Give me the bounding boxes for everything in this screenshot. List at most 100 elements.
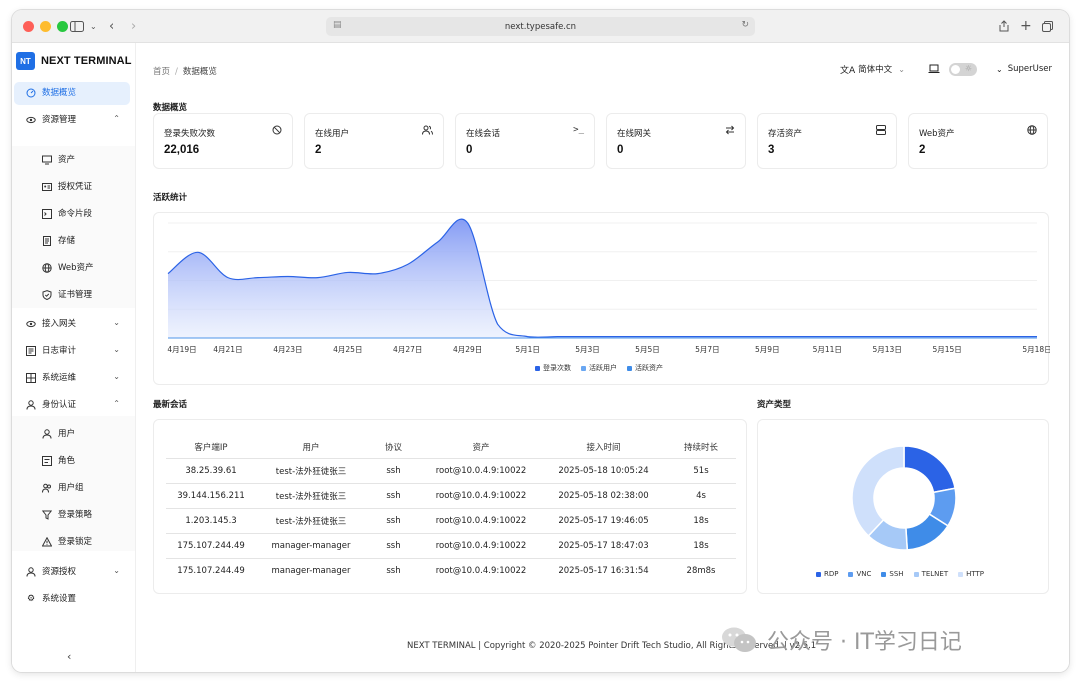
gear-icon: ⚙ <box>26 594 36 604</box>
legend-item[interactable]: 活跃用户 <box>581 363 617 373</box>
column-header: 资产 <box>472 442 490 453</box>
x-tick-label: 5月9日 <box>755 345 780 354</box>
back-icon[interactable]: ‹ <box>109 18 114 34</box>
x-tick-label: 5月13日 <box>873 345 902 354</box>
brand-name: NEXT TERMINAL <box>41 55 132 67</box>
close-window-button[interactable] <box>23 21 34 32</box>
legend-item[interactable]: 登录次数 <box>535 363 571 373</box>
legend-item[interactable]: 活跃资产 <box>627 363 663 373</box>
forward-icon[interactable]: › <box>131 18 136 34</box>
legend-item[interactable]: SSH <box>881 570 904 578</box>
sidebar-item-users[interactable]: 用户 <box>14 423 130 446</box>
table-row[interactable]: 38.25.39.61 test-法外狂徒张三 ssh root@10.0.4.9:1… <box>166 457 736 483</box>
sidebar-item-gateways[interactable]: 接入网关 ⌄ <box>14 313 130 336</box>
sidebar-item-command-snippets[interactable]: 命令片段 <box>14 203 130 226</box>
sidebar-item-certificates[interactable]: 证书管理 <box>14 284 130 307</box>
sidebar-item-label: 用户组 <box>58 483 84 493</box>
x-tick-label: 4月21日 <box>213 345 242 354</box>
column-header: 客户端IP <box>194 442 228 453</box>
wechat-icon <box>721 626 757 654</box>
table-cell: ssh <box>366 482 421 508</box>
globe-icon <box>42 263 52 273</box>
legend-item[interactable]: TELNET <box>913 570 948 578</box>
chevron-down-icon: ⌄ <box>113 372 120 381</box>
table-row[interactable]: 175.107.244.49 manager-manager ssh root@10.… <box>166 557 736 583</box>
table-row[interactable]: 175.107.244.49 manager-manager ssh root@10.… <box>166 532 736 558</box>
sidebar-item-system-ops[interactable]: 系统运维 ⌄ <box>14 367 130 390</box>
sidebar-item-resource-management[interactable]: 资源管理 ⌃ <box>14 109 130 132</box>
theme-toggle[interactable]: ☼ <box>949 61 977 77</box>
sidebar-item-label: 资产 <box>58 155 76 165</box>
brand[interactable]: NT NEXT TERMINAL <box>16 52 132 70</box>
table-cell: ssh <box>366 557 421 583</box>
users-icon <box>422 125 433 138</box>
sidebar-item-assets[interactable]: 资产 <box>14 149 130 172</box>
x-tick-label: 5月15日 <box>932 345 961 354</box>
column-header: 协议 <box>384 442 402 453</box>
sessions-title: 最新会话 <box>153 400 188 410</box>
activity-legend: 登录次数 活跃用户 活跃资产 <box>535 363 673 373</box>
sidebar-item-label: 证书管理 <box>58 290 93 300</box>
sidebar-item-web-assets[interactable]: Web资产 <box>14 257 130 280</box>
table-cell: 18s <box>666 532 736 558</box>
legend-item[interactable]: VNC <box>848 570 871 578</box>
sidebar-item-login-lock[interactable]: 登录锁定 <box>14 531 130 554</box>
share-icon[interactable] <box>999 18 1009 34</box>
url-text: next.typesafe.cn <box>504 21 577 32</box>
sidebar-item-dashboard[interactable]: 数据概览 <box>14 82 130 105</box>
laptop-icon[interactable] <box>928 61 940 77</box>
legend-label: SSH <box>889 570 904 578</box>
maximize-window-button[interactable] <box>57 21 68 32</box>
x-tick-label: 5月5日 <box>635 345 660 354</box>
table-cell: 28m8s <box>666 557 736 583</box>
sidebar-item-user-groups[interactable]: 用户组 <box>14 477 130 500</box>
legend-label: 登录次数 <box>543 364 571 372</box>
translate-icon: 文A <box>840 65 856 76</box>
legend-item[interactable]: RDP <box>816 570 838 578</box>
donut-slice[interactable] <box>851 445 905 537</box>
sidebar-item-roles[interactable]: 角色 <box>14 450 130 473</box>
table-row[interactable]: 39.144.156.211 test-法外狂徒张三 ssh root@10.0.4.… <box>166 482 736 508</box>
donut-slice[interactable] <box>903 445 956 494</box>
sidebar-item-log-audit[interactable]: 日志审计 ⌄ <box>14 340 130 363</box>
storage-icon <box>42 236 52 246</box>
table-cell: 18s <box>666 507 736 533</box>
breadcrumb-home[interactable]: 首页 <box>153 67 170 77</box>
overview-title: 数据概览 <box>153 103 188 113</box>
user-icon <box>26 567 36 577</box>
chevron-down-icon[interactable]: ⌄ <box>90 18 97 34</box>
table-cell: root@10.0.4.9:10022 <box>421 457 541 483</box>
reload-icon[interactable]: ↻ <box>741 20 749 30</box>
new-tab-icon[interactable]: + <box>1020 18 1032 34</box>
sidebar-item-login-policy[interactable]: 登录策略 <box>14 504 130 527</box>
minimize-window-button[interactable] <box>40 21 51 32</box>
sidebar-toggle-icon[interactable] <box>70 18 84 34</box>
sidebar-item-label: 系统设置 <box>42 594 77 604</box>
sidebar-item-resource-authorization[interactable]: 资源授权 ⌄ <box>14 561 130 584</box>
sidebar-item-system-settings[interactable]: ⚙ 系统设置 <box>14 588 130 611</box>
stat-title: 登录失败次数 <box>164 129 216 139</box>
chevron-up-icon: ⌃ <box>113 399 120 408</box>
language-switcher[interactable]: 文A 简体中文 ⌄ <box>840 61 905 77</box>
terminal-icon: >_ <box>573 125 584 135</box>
chevron-down-icon: ⌄ <box>113 566 120 575</box>
table-cell: test-法外狂徒张三 <box>256 457 366 483</box>
sidebar-item-label: 系统运维 <box>42 373 77 383</box>
legend-item[interactable]: HTTP <box>958 570 984 578</box>
sidebar-item-label: 登录策略 <box>58 510 93 520</box>
browser-toolbar: ⌄ ‹ › ▤ next.typesafe.cn ↻ + <box>12 10 1069 43</box>
tabs-overview-icon[interactable] <box>1042 18 1053 34</box>
asset-types-panel: RDP VNC SSH TELNET HTTP <box>757 419 1049 594</box>
table-cell: manager-manager <box>256 557 366 583</box>
x-tick-label: 4月29日 <box>453 345 482 354</box>
ops-icon <box>26 373 36 383</box>
sidebar-item-label: 角色 <box>58 456 76 466</box>
breadcrumb: 首页 / 数据概览 <box>153 67 217 77</box>
sidebar-item-credentials[interactable]: 授权凭证 <box>14 176 130 199</box>
user-menu[interactable]: ⌄ SuperUser <box>996 61 1052 77</box>
address-bar[interactable]: ▤ next.typesafe.cn ↻ <box>326 17 755 36</box>
sidebar-item-identity[interactable]: 身份认证 ⌃ <box>14 394 130 417</box>
collapse-sidebar-icon[interactable]: ‹ <box>67 650 71 663</box>
table-row[interactable]: 1.203.145.3 test-法外狂徒张三 ssh root@10.0.4.9:1… <box>166 507 736 533</box>
sidebar-item-storage[interactable]: 存储 <box>14 230 130 253</box>
